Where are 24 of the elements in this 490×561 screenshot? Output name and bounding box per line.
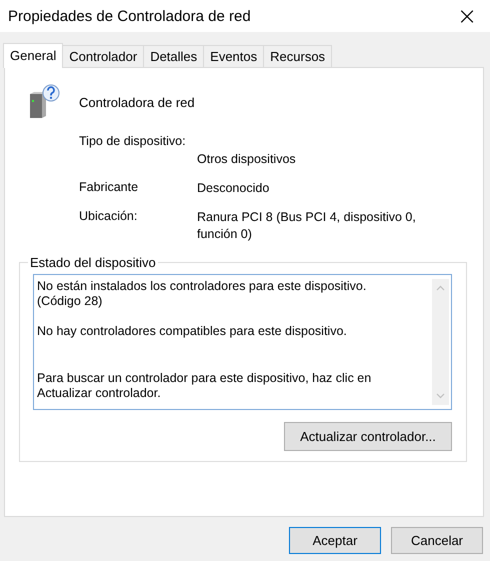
scroll-up-icon[interactable] <box>436 285 445 291</box>
property-label: Fabricante <box>79 180 140 196</box>
property-label: Tipo de dispositivo: <box>79 134 187 150</box>
tab[interactable]: Recursos <box>263 45 332 68</box>
unknown-device-icon <box>27 84 61 120</box>
property-value: Ranura PCI 8 (Bus PCI 4, dispositivo 0, función 0) <box>197 209 417 243</box>
tab[interactable]: General <box>3 43 64 68</box>
status-text-box[interactable] <box>33 274 452 410</box>
status-message: Para buscar un controlador para este dispositivo, haz clic en <box>37 371 372 386</box>
property-value: Desconocido <box>197 180 270 197</box>
dialog-button[interactable]: Aceptar <box>289 527 381 554</box>
status-message: No están instalados los controladores para este dispositivo. <box>37 279 368 294</box>
scroll-down-icon[interactable] <box>436 393 445 399</box>
status-message: Actualizar controlador. <box>37 386 162 401</box>
scrollbar[interactable] <box>432 279 449 405</box>
device-name: Controladora de red <box>79 94 195 110</box>
group-title: Estado del dispositivo <box>29 255 157 270</box>
dialog-button[interactable]: Cancelar <box>391 527 483 554</box>
status-message: (Código 28) <box>37 294 104 309</box>
property-value: Otros dispositivos <box>197 151 297 168</box>
window-title: Propiedades de Controladora de red <box>8 8 251 24</box>
property-label: Ubicación: <box>79 209 138 225</box>
status-message: No hay controladores compatibles para este dispositivo. <box>37 324 348 339</box>
update-driver-button[interactable]: Actualizar controlador... <box>284 422 452 451</box>
